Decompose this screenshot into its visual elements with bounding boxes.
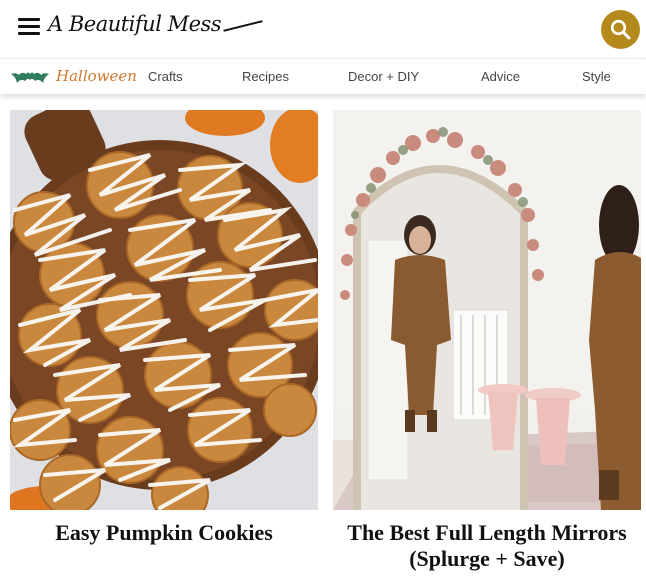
search-button[interactable] [601, 10, 640, 49]
bat-icon [11, 72, 49, 83]
site-header: A Beautiful Mess [0, 0, 646, 58]
nav-item-advice[interactable]: Advice [481, 69, 520, 84]
post-title[interactable]: Easy Pumpkin Cookies [10, 520, 318, 546]
nav-item-halloween-label: Halloween [56, 67, 137, 85]
site-logo[interactable]: A Beautiful Mess [48, 12, 263, 36]
arched-mirror-photo[interactable] [333, 110, 641, 510]
post-card-pumpkin-cookies[interactable]: Easy Pumpkin Cookies [10, 110, 318, 546]
pumpkin-cookies-photo[interactable] [10, 110, 318, 510]
nav-item-crafts[interactable]: Crafts [148, 69, 183, 84]
hamburger-icon[interactable] [18, 18, 40, 38]
nav-item-recipes[interactable]: Recipes [242, 69, 289, 84]
post-title[interactable]: The Best Full Length Mirrors (Splurge + … [333, 520, 641, 572]
nav-item-decor-diy[interactable]: Decor + DIY [348, 69, 419, 84]
nav-item-style[interactable]: Style [582, 69, 611, 84]
search-icon [610, 19, 631, 40]
category-nav: Halloween Crafts Recipes Decor + DIY Adv… [0, 58, 646, 94]
site-logo-text: A Beautiful Mess [48, 12, 222, 36]
post-card-full-length-mirrors[interactable]: The Best Full Length Mirrors (Splurge + … [333, 110, 641, 572]
